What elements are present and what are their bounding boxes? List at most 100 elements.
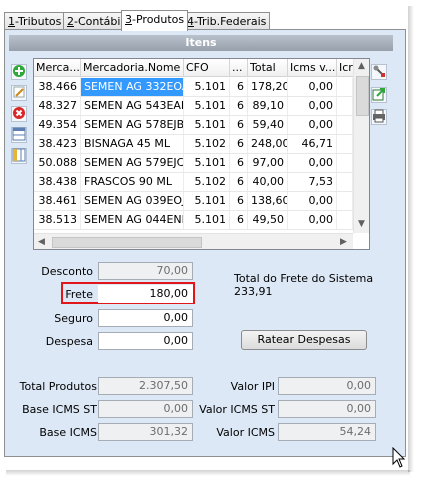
- table-cell[interactable]: 6: [230, 211, 248, 229]
- table-row[interactable]: 49.354SEMEN AG 578EJB - A5.101659,400,00: [34, 116, 353, 135]
- table-cell[interactable]: 6: [230, 173, 248, 191]
- table-cell[interactable]: [337, 192, 353, 210]
- export-button[interactable]: [371, 87, 387, 103]
- grid-layout-button[interactable]: [11, 127, 27, 143]
- table-cell[interactable]: FRASCOS 90 ML: [81, 173, 184, 191]
- table-cell[interactable]: 38.466: [34, 78, 81, 96]
- scroll-left-icon[interactable]: ◀: [38, 237, 45, 247]
- table-cell[interactable]: 7,53: [288, 173, 337, 191]
- column-header[interactable]: Icr: [337, 59, 353, 77]
- table-cell[interactable]: 0,00: [288, 97, 337, 115]
- seguro-field[interactable]: 0,00: [98, 309, 193, 327]
- table-cell[interactable]: 40,00: [248, 173, 288, 191]
- table-cell[interactable]: [337, 135, 353, 153]
- tools-button[interactable]: [371, 64, 387, 80]
- table-cell[interactable]: 0,00: [288, 192, 337, 210]
- column-header[interactable]: Icms v...: [288, 59, 337, 77]
- column-header[interactable]: Mercadoria.Nome: [81, 59, 184, 77]
- table-cell[interactable]: 6: [230, 135, 248, 153]
- columns-button[interactable]: [11, 148, 27, 164]
- table-row[interactable]: 48.327SEMEN AG 543EAH -5.101689,100,00: [34, 97, 353, 116]
- table-row[interactable]: 38.513SEMEN AG 044ENB -5.101649,500,00: [34, 211, 353, 230]
- table-cell[interactable]: 97,00: [248, 154, 288, 172]
- table-cell[interactable]: SEMEN AG 332EOA -: [81, 78, 184, 96]
- table-cell[interactable]: SEMEN AG 039EOJ -: [81, 192, 184, 210]
- items-grid[interactable]: Merca... Mercadoria.Nome CFO ... Total I…: [33, 58, 370, 250]
- table-cell[interactable]: SEMEN AG 543EAH -: [81, 97, 184, 115]
- table-cell[interactable]: 6: [230, 78, 248, 96]
- table-cell[interactable]: [337, 173, 353, 191]
- seguro-label: Seguro: [54, 312, 93, 325]
- table-cell[interactable]: 6: [230, 154, 248, 172]
- table-cell[interactable]: 5.101: [184, 211, 230, 229]
- table-cell[interactable]: 0,00: [288, 154, 337, 172]
- table-cell[interactable]: 49.354: [34, 116, 81, 134]
- tab-tributos[interactable]: 1-Tributos: [4, 12, 66, 30]
- table-cell[interactable]: 89,10: [248, 97, 288, 115]
- desconto-label: Desconto: [41, 265, 93, 278]
- table-row[interactable]: 38.423 BISNAGA 45 ML 5.102 6 248,00 46,71: [34, 135, 353, 154]
- column-header[interactable]: Merca...: [34, 59, 81, 77]
- table-cell[interactable]: 5.101: [184, 154, 230, 172]
- horizontal-scroll-thumb[interactable]: [52, 237, 202, 248]
- tab-produtos[interactable]: 3-Produtos: [121, 10, 189, 31]
- table-cell[interactable]: 5.102: [184, 135, 230, 153]
- table-cell[interactable]: 0,00: [288, 116, 337, 134]
- despesa-field[interactable]: 0,00: [98, 332, 193, 350]
- delete-item-button[interactable]: [11, 106, 27, 122]
- table-cell[interactable]: 5.101: [184, 97, 230, 115]
- table-cell[interactable]: 138,60: [248, 192, 288, 210]
- table-cell[interactable]: 5.101: [184, 116, 230, 134]
- table-cell[interactable]: SEMEN AG 044ENB -: [81, 211, 184, 229]
- table-cell[interactable]: 178,20: [248, 78, 288, 96]
- table-cell[interactable]: [337, 154, 353, 172]
- column-header[interactable]: Total: [248, 59, 288, 77]
- table-cell[interactable]: 6: [230, 116, 248, 134]
- table-cell[interactable]: BISNAGA 45 ML: [81, 135, 184, 153]
- table-cell[interactable]: 0,00: [288, 211, 337, 229]
- scroll-right-icon[interactable]: ▶: [340, 237, 347, 247]
- table-row[interactable]: 50.088SEMEN AG 579EJC - A5.101697,000,00: [34, 154, 353, 173]
- scroll-up-icon[interactable]: ▲: [358, 61, 365, 71]
- table-row[interactable]: 38.438 FRASCOS 90 ML 5.102 6 40,00 7,53: [34, 173, 353, 192]
- table-cell[interactable]: 0,00: [288, 78, 337, 96]
- table-cell[interactable]: 5.101: [184, 78, 230, 96]
- table-cell[interactable]: 38.461: [34, 192, 81, 210]
- table-cell[interactable]: 6: [230, 192, 248, 210]
- table-cell[interactable]: [337, 116, 353, 134]
- vertical-scroll-thumb[interactable]: [356, 76, 369, 116]
- table-cell[interactable]: 38.438: [34, 173, 81, 191]
- tab-trib-federais[interactable]: 4-Trib.Federais: [183, 12, 271, 30]
- table-cell[interactable]: 6: [230, 97, 248, 115]
- column-header[interactable]: CFO: [184, 59, 230, 77]
- table-cell[interactable]: SEMEN AG 579EJC - A: [81, 154, 184, 172]
- add-item-button[interactable]: [11, 64, 27, 80]
- horizontal-scrollbar[interactable]: ◀ ▶: [34, 233, 353, 249]
- frete-sistema-label: Total do Frete do Sistema: [234, 272, 374, 285]
- table-cell[interactable]: 49,50: [248, 211, 288, 229]
- table-cell[interactable]: [337, 78, 353, 96]
- table-cell[interactable]: SEMEN AG 578EJB - A: [81, 116, 184, 134]
- column-header[interactable]: ...: [230, 59, 248, 77]
- table-cell[interactable]: 50.088: [34, 154, 81, 172]
- table-cell[interactable]: 38.423: [34, 135, 81, 153]
- table-cell[interactable]: 48.327: [34, 97, 81, 115]
- table-cell[interactable]: 5.101: [184, 192, 230, 210]
- table-cell[interactable]: [337, 211, 353, 229]
- table-cell[interactable]: 38.513: [34, 211, 81, 229]
- table-cell[interactable]: 59,40: [248, 116, 288, 134]
- vertical-scrollbar[interactable]: ▲ ▼: [353, 59, 369, 233]
- tools-icon: [372, 64, 386, 81]
- table-cell[interactable]: 248,00: [248, 135, 288, 153]
- frete-field[interactable]: 180,00: [98, 285, 193, 303]
- table-row[interactable]: 38.461 SEMEN AG 039EOJ -5.101 6 138,60 0,00: [34, 192, 353, 211]
- print-button[interactable]: [371, 109, 387, 125]
- ratear-despesas-button[interactable]: Ratear Despesas: [241, 330, 367, 350]
- tab-contabil[interactable]: 2-Contábil: [63, 12, 128, 30]
- table-cell[interactable]: 46,71: [288, 135, 337, 153]
- table-row[interactable]: 38.466SEMEN AG 332EOA - 5.1016178,200,00: [34, 78, 353, 97]
- edit-item-button[interactable]: [11, 85, 27, 101]
- table-cell[interactable]: 5.102: [184, 173, 230, 191]
- scroll-down-icon[interactable]: ▼: [358, 219, 365, 229]
- table-cell[interactable]: [337, 97, 353, 115]
